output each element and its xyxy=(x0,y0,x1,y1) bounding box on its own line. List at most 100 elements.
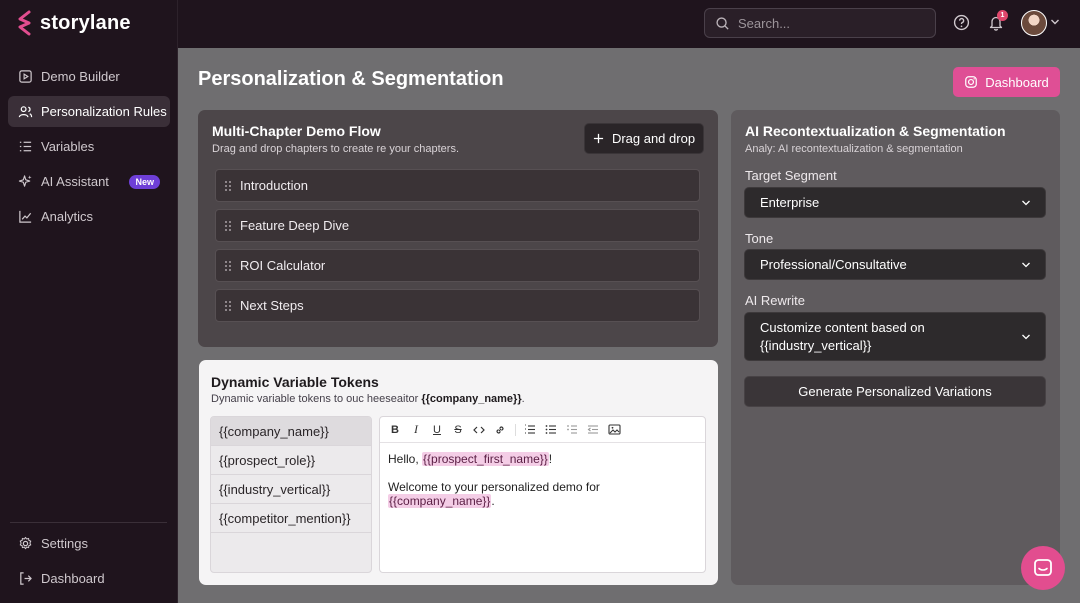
ai-rewrite-label: AI Rewrite xyxy=(745,293,805,308)
editor-line-2: Welcome to your personalized demo for {{… xyxy=(388,480,705,508)
ai-panel-title: AI Recontextualization & Segmentation xyxy=(745,123,1006,139)
gear-icon xyxy=(19,536,32,550)
sidebar-item-variables[interactable]: Variables xyxy=(8,131,170,162)
plus-icon xyxy=(593,133,604,144)
sidebar-bottom: Settings Dashboard xyxy=(8,528,170,598)
brand-name: storylane xyxy=(40,11,131,34)
logo[interactable]: storylane xyxy=(16,10,131,36)
trend-chart-icon xyxy=(19,210,32,223)
chapter-item-next-steps[interactable]: Next Steps xyxy=(215,289,700,322)
search-input[interactable] xyxy=(738,15,918,31)
drag-handle-icon[interactable] xyxy=(224,220,232,232)
sidebar-item-demo-builder[interactable]: Demo Builder xyxy=(8,61,170,92)
sidebar: storylane Demo Builder Personalization R… xyxy=(0,0,178,603)
chapter-label: Feature Deep Dive xyxy=(240,218,350,233)
sidebar-nav: Demo Builder Personalization Rules Varia… xyxy=(8,61,170,236)
image-icon[interactable] xyxy=(605,421,623,439)
editor-text: . xyxy=(491,494,495,508)
chat-launcher[interactable] xyxy=(1021,546,1065,590)
sidebar-item-label: Settings xyxy=(41,536,88,551)
ai-recontextualization-card: AI Recontextualization & Segmentation An… xyxy=(731,110,1060,585)
strikethrough-icon[interactable]: S xyxy=(449,421,467,439)
target-segment-select[interactable]: Enterprise xyxy=(744,187,1046,218)
demo-flow-title: Multi-Chapter Demo Flow xyxy=(212,123,381,139)
tone-label: Tone xyxy=(745,231,774,246)
chapter-label: Next Steps xyxy=(240,298,304,313)
editor-line-1: Hello, {{prospect_first_name}}! xyxy=(388,452,552,466)
tone-value: Professional/Consultative xyxy=(760,257,907,272)
chevron-down-icon xyxy=(1022,334,1030,339)
storylane-logo-icon xyxy=(18,10,31,36)
demo-flow-subtitle: Drag and drop chapters to create re your… xyxy=(212,143,460,155)
chevron-down-icon xyxy=(1022,262,1030,267)
drag-handle-icon[interactable] xyxy=(224,180,232,192)
notification-badge: 1 xyxy=(997,10,1008,21)
drag-and-drop-button[interactable]: Drag and drop xyxy=(584,123,704,154)
code-icon[interactable] xyxy=(470,421,488,439)
dashboard-button[interactable]: Dashboard xyxy=(953,67,1060,97)
ai-rewrite-select[interactable]: Customize content based on {{industry_ve… xyxy=(744,312,1046,361)
editor-token[interactable]: {{prospect_first_name}} xyxy=(422,452,549,466)
page-title: Personalization & Segmentation xyxy=(198,68,504,90)
search-box[interactable] xyxy=(704,8,936,38)
play-square-icon xyxy=(19,70,32,83)
italic-icon[interactable]: I xyxy=(407,421,425,439)
chapter-label: Introduction xyxy=(240,178,308,193)
sidebar-item-label: Variables xyxy=(41,139,95,154)
generate-variations-button[interactable]: Generate Personalized Variations xyxy=(744,376,1046,407)
sidebar-item-label: Analytics xyxy=(41,209,94,224)
drag-handle-icon[interactable] xyxy=(224,260,232,272)
token-item-prospect-role[interactable]: {{prospect_role}} xyxy=(211,446,371,475)
chapter-item-feature-deep-dive[interactable]: Feature Deep Dive xyxy=(215,209,700,242)
editor-text: Welcome to your personalized demo for xyxy=(388,480,600,494)
rich-text-editor[interactable]: B I U S Hello, {{prospect_first_name}}! … xyxy=(379,416,706,573)
top-bar: 1 xyxy=(178,0,1080,48)
token-item-competitor-mention[interactable]: {{competitor_mention}} xyxy=(211,504,371,533)
sidebar-item-ai-assistant[interactable]: AI Assistant New xyxy=(8,166,170,197)
indent-icon[interactable] xyxy=(563,421,581,439)
search-icon xyxy=(716,16,729,30)
chevron-down-icon xyxy=(1022,200,1030,205)
sidebar-divider xyxy=(10,522,167,523)
outdent-icon[interactable] xyxy=(584,421,602,439)
ordered-list-icon[interactable] xyxy=(521,421,539,439)
new-badge: New xyxy=(129,174,160,189)
editor-text: Hello, xyxy=(388,452,423,466)
sidebar-item-dashboard[interactable]: Dashboard xyxy=(8,563,170,594)
token-list: {{company_name}} {{prospect_role}} {{ind… xyxy=(210,416,372,573)
sidebar-item-personalization-rules[interactable]: Personalization Rules xyxy=(8,96,170,127)
editor-text: ! xyxy=(548,452,553,466)
chapter-item-introduction[interactable]: Introduction xyxy=(215,169,700,202)
underline-icon[interactable]: U xyxy=(428,421,446,439)
link-icon[interactable] xyxy=(491,421,509,439)
sidebar-item-analytics[interactable]: Analytics xyxy=(8,201,170,232)
drag-handle-icon[interactable] xyxy=(224,300,232,312)
ai-rewrite-value-line-2: {{industry_vertical}} xyxy=(760,337,872,353)
subtitle-suffix: . xyxy=(521,393,525,405)
subtitle-token: {{company_name}} xyxy=(421,393,522,405)
token-item-industry-vertical[interactable]: {{industry_vertical}} xyxy=(211,475,371,504)
sidebar-item-label: Dashboard xyxy=(41,571,105,586)
sidebar-item-settings[interactable]: Settings xyxy=(8,528,170,559)
sidebar-item-label: Demo Builder xyxy=(41,69,120,84)
chapter-item-roi-calculator[interactable]: ROI Calculator xyxy=(215,249,700,282)
logout-icon xyxy=(20,572,32,585)
token-item-company-name[interactable]: {{company_name}} xyxy=(211,417,371,446)
editor-toolbar: B I U S xyxy=(380,417,705,443)
ai-rewrite-value-line-1: Customize content based on xyxy=(760,319,925,335)
subtitle-text: Dynamic variable tokens to ouc heeseaito… xyxy=(211,393,422,405)
variable-tokens-title: Dynamic Variable Tokens xyxy=(211,374,379,390)
help-icon[interactable] xyxy=(953,14,970,31)
editor-token[interactable]: {{company_name}} xyxy=(388,494,492,508)
chapter-label: ROI Calculator xyxy=(240,258,326,273)
ai-panel-subtitle: Analy: AI recontextualization & segmenta… xyxy=(745,143,963,155)
dashboard-button-label: Dashboard xyxy=(985,74,1049,90)
bullet-list-icon[interactable] xyxy=(542,421,560,439)
tone-select[interactable]: Professional/Consultative xyxy=(744,249,1046,280)
chevron-down-icon[interactable] xyxy=(1050,18,1060,26)
variable-tokens-card: Dynamic Variable Tokens Dynamic variable… xyxy=(199,360,718,585)
avatar[interactable] xyxy=(1021,10,1047,36)
sparkle-icon xyxy=(18,175,32,187)
bold-icon[interactable]: B xyxy=(386,421,404,439)
sidebar-item-label: Personalization Rules xyxy=(41,104,167,119)
